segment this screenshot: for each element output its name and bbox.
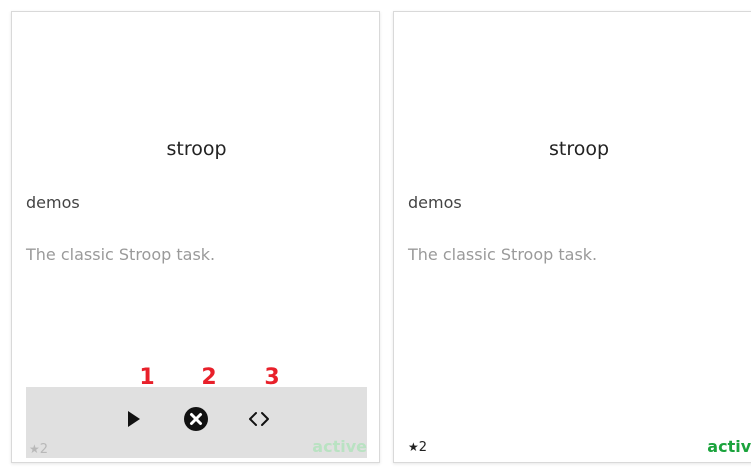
card-category: demos	[26, 193, 80, 212]
card-description: The classic Stroop task.	[408, 245, 598, 264]
card-title: stroop	[548, 138, 610, 160]
code-icon	[249, 412, 269, 426]
play-icon	[128, 411, 140, 427]
experiment-card[interactable]: stroop demos The classic Stroop task. ★2…	[393, 11, 751, 463]
card-title: stroop	[166, 138, 227, 160]
view-code-button[interactable]	[244, 404, 274, 434]
star-count-value: 2	[418, 440, 428, 455]
card-footer: ★2 active	[408, 437, 751, 459]
star-icon: ★	[29, 442, 40, 456]
status-badge: active	[707, 437, 751, 456]
run-button[interactable]	[119, 404, 149, 434]
experiment-card[interactable]: stroop demos The classic Stroop task. 1 …	[11, 11, 380, 463]
card-action-overlay: ★2 active	[26, 387, 367, 458]
card-description: The classic Stroop task.	[26, 245, 216, 264]
star-count: ★2	[29, 442, 48, 457]
status-badge: active	[312, 437, 367, 456]
star-count-value: 2	[39, 442, 49, 457]
star-count: ★2	[408, 440, 427, 455]
star-icon: ★	[408, 440, 419, 454]
close-circle-icon	[184, 407, 208, 431]
delete-button[interactable]	[181, 404, 211, 434]
card-category: demos	[408, 193, 462, 212]
